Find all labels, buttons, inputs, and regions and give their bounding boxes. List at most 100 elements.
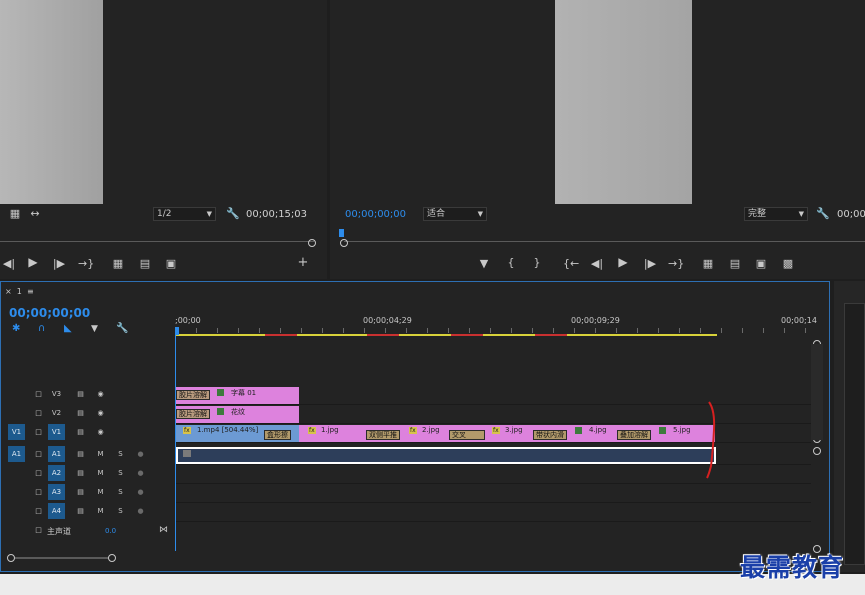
export-frame-icon[interactable]: ▦: [9, 208, 21, 219]
playhead-head[interactable]: [175, 327, 179, 335]
eye-icon[interactable]: ◉: [92, 405, 109, 421]
zoom-track[interactable]: [15, 557, 109, 559]
mute-button[interactable]: M: [92, 484, 109, 500]
compare-icon[interactable]: ▩: [780, 258, 796, 269]
play-icon[interactable]: ▶: [616, 256, 630, 268]
program-playhead-start[interactable]: [340, 239, 348, 247]
master-volume-value[interactable]: 0.0: [105, 527, 116, 535]
solo-button[interactable]: S: [112, 484, 129, 500]
sync-icon[interactable]: ▤: [72, 465, 89, 481]
nest-icon[interactable]: ✱: [12, 323, 20, 334]
clip-v1-images[interactable]: fx 1.jpg 双侧平推 fx 2.jpg 交叉 fx 3.jpg 带状内滑 …: [299, 425, 715, 442]
close-icon[interactable]: ×: [5, 287, 12, 296]
sync-icon[interactable]: ▤: [72, 386, 89, 402]
microphone-icon[interactable]: ●: [132, 465, 149, 481]
clip-v2-title[interactable]: 胶片溶解 花纹: [175, 406, 299, 423]
overwrite-icon[interactable]: ▤: [137, 258, 153, 269]
camera-icon[interactable]: ▣: [164, 258, 178, 269]
microphone-icon[interactable]: ●: [132, 484, 149, 500]
sync-icon[interactable]: ▤: [72, 405, 89, 421]
source-patch-a1[interactable]: A1: [8, 446, 25, 462]
transition-cross[interactable]: 交叉: [449, 430, 485, 440]
fit-dropdown[interactable]: 适合 ▼: [423, 207, 487, 221]
wrench-icon[interactable]: 🔧: [816, 208, 830, 219]
source-patch-v1[interactable]: V1: [8, 424, 25, 440]
lock-icon[interactable]: □: [30, 465, 47, 481]
timeline-settings-icon[interactable]: 🔧: [116, 323, 128, 334]
solo-button[interactable]: S: [112, 465, 129, 481]
add-marker-icon[interactable]: ▼: [91, 324, 98, 334]
mute-button[interactable]: M: [92, 503, 109, 519]
track-target-a3[interactable]: A3: [48, 484, 65, 500]
microphone-icon[interactable]: ●: [132, 446, 149, 462]
clip-a1-audio[interactable]: [176, 447, 716, 464]
solo-button[interactable]: S: [112, 503, 129, 519]
wrench-icon[interactable]: 🔧: [226, 208, 240, 219]
source-resolution-dropdown[interactable]: 1/2 ▼: [153, 207, 216, 221]
audio-scroll-top[interactable]: [813, 447, 821, 455]
camera-icon[interactable]: ▣: [754, 258, 768, 269]
lock-icon[interactable]: □: [30, 503, 47, 519]
eye-icon[interactable]: ◉: [92, 424, 109, 440]
transition-double-push[interactable]: 双侧平推: [366, 430, 400, 440]
timeline-timecode[interactable]: 00;00;00;00: [9, 306, 90, 320]
program-time-ruler[interactable]: [344, 234, 865, 242]
go-to-out-icon[interactable]: →}: [78, 258, 94, 269]
insert-icon[interactable]: ▦: [110, 258, 126, 269]
time-ruler[interactable]: ;00;00 00;00;04;29 00;00;09;29 00;00;14: [175, 310, 817, 336]
mark-out-icon[interactable]: }: [532, 257, 542, 268]
sync-icon[interactable]: ▤: [72, 424, 89, 440]
sync-icon[interactable]: ▤: [72, 484, 89, 500]
sync-icon[interactable]: ▤: [72, 446, 89, 462]
lock-icon[interactable]: □: [30, 484, 47, 500]
play-icon[interactable]: ▶: [26, 256, 40, 268]
quality-dropdown[interactable]: 完整 ▼: [744, 207, 808, 221]
zoom-scrollbar[interactable]: [7, 554, 117, 562]
video-scrollbar[interactable]: [811, 344, 823, 440]
clip-v3-title[interactable]: 胶片溶解 字幕 01: [175, 387, 299, 404]
linked-selection-icon[interactable]: ◣: [64, 323, 72, 334]
solo-button[interactable]: S: [112, 446, 129, 462]
step-forward-icon[interactable]: |▶: [52, 258, 66, 269]
zoom-handle-left[interactable]: [7, 554, 15, 562]
lock-icon[interactable]: □: [30, 405, 47, 421]
step-forward-icon[interactable]: |▶: [643, 258, 657, 269]
mute-button[interactable]: M: [92, 465, 109, 481]
transition-box-wipe[interactable]: 盒形擦: [264, 430, 291, 440]
go-to-out-icon[interactable]: →}: [668, 258, 684, 269]
track-target-a2[interactable]: A2: [48, 465, 65, 481]
clip-v1-video[interactable]: fx 1.mp4 [504.44%] 盒形擦: [175, 425, 299, 442]
snap-icon[interactable]: ∩: [38, 323, 45, 334]
source-playhead-end[interactable]: [308, 239, 316, 247]
microphone-icon[interactable]: ●: [132, 503, 149, 519]
sync-icon[interactable]: ▤: [72, 503, 89, 519]
lift-icon[interactable]: ▦: [700, 258, 716, 269]
menu-icon[interactable]: ≡: [27, 287, 34, 296]
collapse-icon[interactable]: ⋈: [159, 525, 168, 535]
step-back-icon[interactable]: ◀|: [590, 258, 604, 269]
marker-icon[interactable]: ▼: [478, 258, 490, 269]
transition-film-dissolve[interactable]: 胶片溶解: [176, 390, 210, 400]
mark-out-icon[interactable]: ◀|: [2, 258, 16, 269]
transition-additive-dissolve[interactable]: 叠加溶解: [617, 430, 651, 440]
eye-icon[interactable]: ◉: [92, 386, 109, 402]
lock-icon[interactable]: □: [30, 522, 47, 538]
transition-band-slide[interactable]: 带状内滑: [533, 430, 567, 440]
mark-in-icon[interactable]: {: [506, 257, 516, 268]
add-button-icon[interactable]: +: [297, 256, 309, 269]
source-time-ruler[interactable]: [0, 234, 314, 242]
sequence-tab[interactable]: × 1 ≡: [5, 287, 34, 296]
go-to-in-icon[interactable]: {←: [563, 258, 579, 269]
track-target-a1[interactable]: A1: [48, 446, 65, 462]
settings-icon[interactable]: ↔: [28, 208, 42, 219]
track-target-v2[interactable]: V2: [48, 405, 65, 421]
mute-button[interactable]: M: [92, 446, 109, 462]
lock-icon[interactable]: □: [30, 446, 47, 462]
zoom-handle-right[interactable]: [108, 554, 116, 562]
lock-icon[interactable]: □: [30, 424, 47, 440]
track-target-v3[interactable]: V3: [48, 386, 65, 402]
transition-film-dissolve[interactable]: 胶片溶解: [176, 409, 210, 419]
extract-icon[interactable]: ▤: [727, 258, 743, 269]
lock-icon[interactable]: □: [30, 386, 47, 402]
track-target-a4[interactable]: A4: [48, 503, 65, 519]
